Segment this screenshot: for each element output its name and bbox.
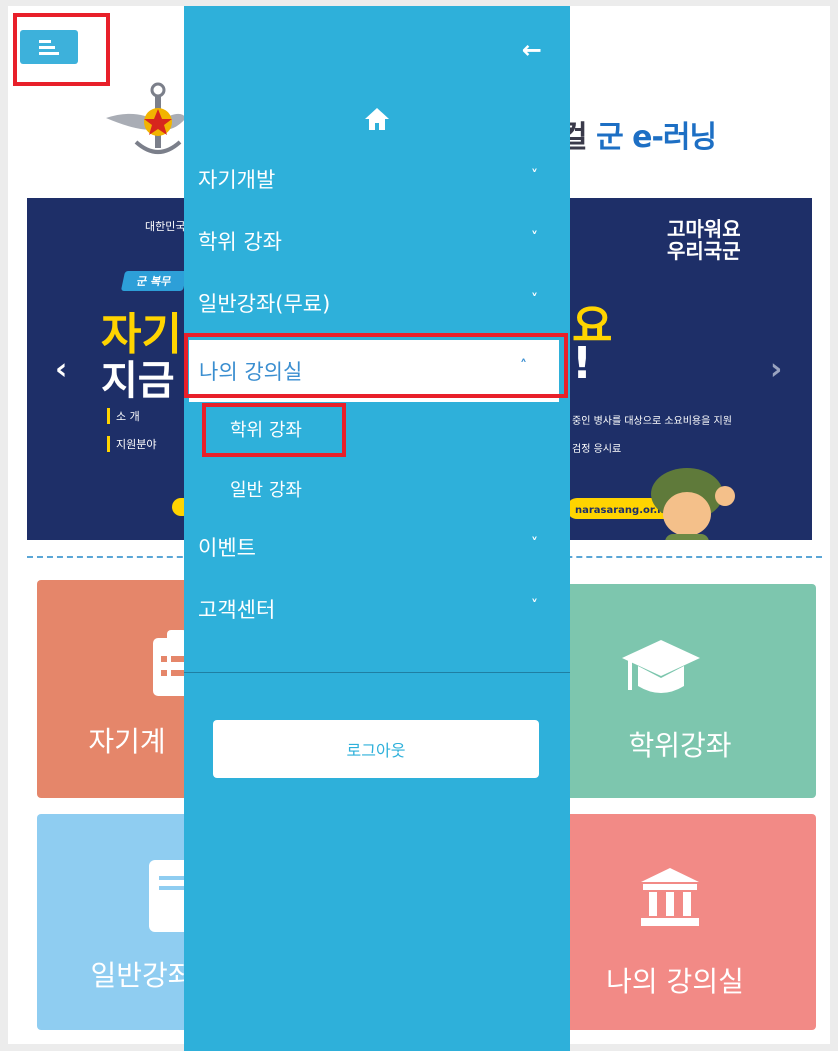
nav-item-label: 고객센터	[198, 598, 276, 622]
chevron-down-icon: ˅	[531, 230, 538, 246]
nav-item-label: 자기개발	[198, 168, 276, 192]
nav-item-event[interactable]: 이벤트 ˅	[184, 518, 570, 576]
side-navigation-panel: ← 자기개발 ˅ 학위 강좌 ˅ 일반강좌(무료) ˅ 나의 강의실 ˄ 학위 …	[184, 6, 570, 1051]
banner-line-1: 소 개	[107, 408, 140, 424]
banner-slogan-1: 고마워요	[667, 217, 741, 241]
banner-next-button[interactable]: ›	[770, 352, 782, 387]
banner-slogan-2: 우리국군	[667, 239, 741, 263]
ministry-emblem-icon	[106, 82, 186, 154]
site-title-main: 군 e-러닝	[596, 120, 717, 155]
chevron-down-icon: ˅	[531, 168, 538, 184]
banner-slogan: 고마워요 우리국군	[667, 218, 741, 262]
banner-line-2: 지원분야	[107, 436, 156, 452]
banner-desc-1: 중인 병사를 대상으로 소요비용을 지원	[572, 416, 732, 427]
site-title[interactable]: 컬 군 e-러닝	[560, 112, 717, 156]
nav-item-customer-center[interactable]: 고객센터 ˅	[184, 580, 570, 638]
nav-item-label: 학위 강좌	[198, 230, 282, 254]
nav-item-self-development[interactable]: 자기개발 ˅	[184, 150, 570, 208]
chevron-down-icon: ˅	[531, 598, 538, 614]
chevron-down-icon: ˅	[531, 292, 538, 308]
highlight-my-classroom	[184, 333, 568, 398]
highlight-menu-button	[13, 13, 110, 86]
graduation-cap-icon	[622, 640, 700, 693]
nav-item-label: 이벤트	[198, 536, 256, 560]
institution-icon	[641, 868, 699, 926]
logout-button[interactable]: 로그아웃	[213, 720, 539, 778]
banner-prev-button[interactable]: ‹	[55, 352, 67, 387]
banner-headline-2: 지금	[101, 358, 175, 404]
nav-item-label: 일반강좌(무료)	[198, 292, 331, 316]
banner-badge: 군 복무	[120, 271, 188, 291]
banner-desc-2: 검정 응시료	[572, 444, 622, 455]
banner-ministry-text: 대한민국	[145, 220, 186, 233]
home-icon[interactable]	[364, 106, 390, 132]
nav-item-degree-course[interactable]: 학위 강좌 ˅	[184, 212, 570, 270]
panel-divider	[184, 672, 570, 673]
nav-item-general-course[interactable]: 일반강좌(무료) ˅	[184, 274, 570, 332]
banner-headline-right-2: !	[572, 338, 593, 389]
sub-item-general-course[interactable]: 일반 강좌	[230, 476, 302, 502]
chevron-down-icon: ˅	[531, 536, 538, 552]
soldier-mascot-icon	[651, 468, 735, 540]
highlight-degree-subitem	[202, 403, 346, 457]
back-arrow-icon[interactable]: ←	[522, 36, 542, 64]
